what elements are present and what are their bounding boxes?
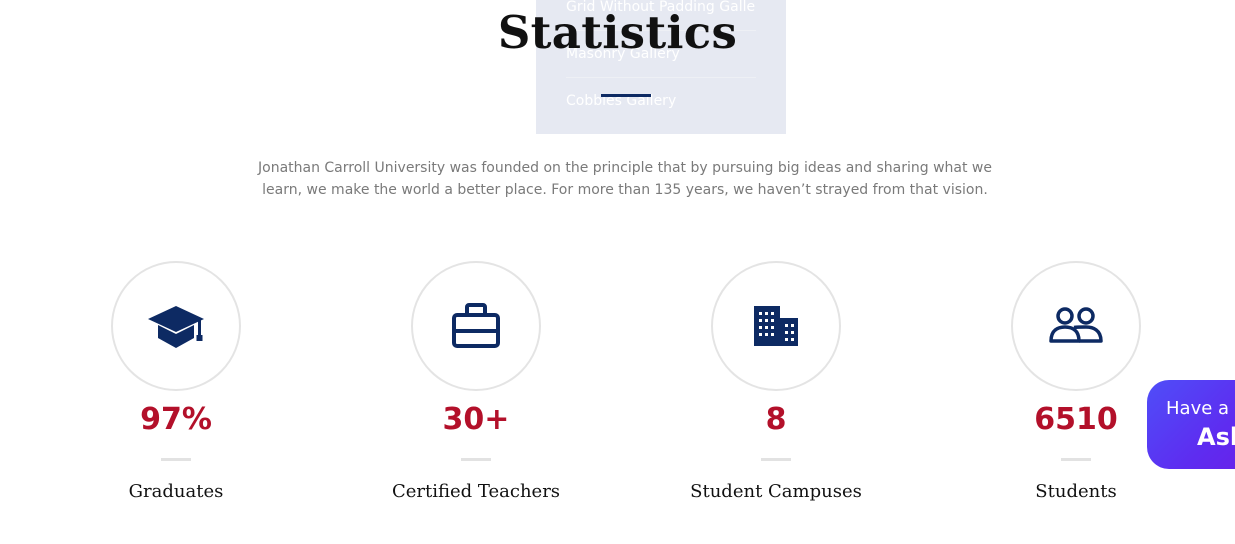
stat-certified-teachers: 30+ Certified Teachers	[356, 261, 596, 502]
stat-graduates: 97% Graduates	[56, 261, 296, 502]
title-underline	[601, 94, 651, 97]
briefcase-icon	[452, 303, 500, 348]
stat-value: 30+	[442, 402, 510, 437]
stat-value: 8	[765, 402, 787, 437]
stat-divider	[761, 458, 791, 461]
section-title: Statistics	[497, 6, 738, 59]
stat-label: Certified Teachers	[391, 481, 561, 502]
stat-divider	[1061, 458, 1091, 461]
statistics-section: Grid Without Padding Gallery Masonry Gal…	[0, 0, 1235, 544]
stat-icon-circle	[1011, 261, 1141, 391]
building-icon	[754, 306, 798, 346]
chat-widget-cta: Ask	[1197, 423, 1235, 451]
stat-icon-circle	[111, 261, 241, 391]
dropdown-item-cobbles-gallery[interactable]: Cobbles Gallery	[566, 78, 756, 125]
stat-label: Graduates	[128, 481, 224, 502]
stat-icon-circle	[711, 261, 841, 391]
stat-label: Student Campuses	[690, 481, 862, 502]
graduation-cap-icon	[148, 306, 204, 348]
users-icon	[1049, 307, 1103, 343]
stat-icon-circle	[411, 261, 541, 391]
chat-widget-button[interactable]: Have a q Ask	[1147, 380, 1235, 469]
stat-divider	[161, 458, 191, 461]
stat-label: Students	[1035, 481, 1117, 502]
section-intro: Jonathan Carroll University was founded …	[258, 160, 992, 198]
stat-divider	[461, 458, 491, 461]
stat-student-campuses: 8 Student Campuses	[656, 261, 896, 502]
chat-widget-prompt: Have a q	[1166, 398, 1235, 419]
stat-value: 97%	[140, 402, 212, 437]
stat-value: 6510	[1034, 402, 1118, 437]
